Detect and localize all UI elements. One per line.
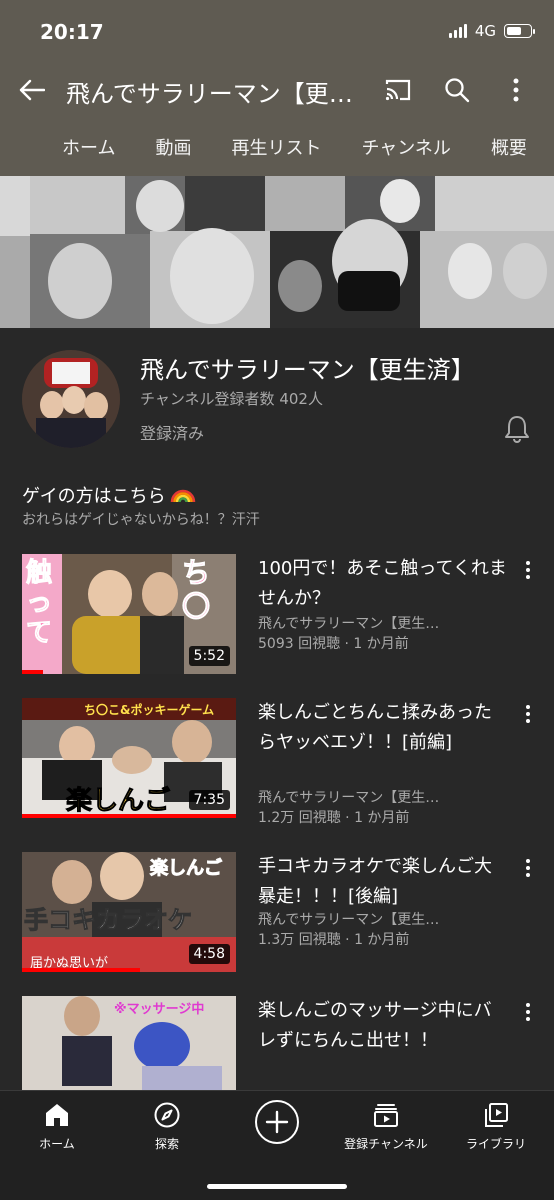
compass-icon (154, 1102, 180, 1128)
thumbnail-text: ち〇こ&ポッキーゲーム (84, 703, 215, 717)
video-item[interactable]: ち〇こ&ポッキーゲーム 楽しんご 7:35 楽しんごとちんこ揉みあったらヤッベエ… (0, 698, 554, 828)
app-bar: 飛んでサラリーマン【更生済】 (0, 62, 554, 118)
avatar-image (22, 350, 120, 448)
subscriptions-icon (374, 1104, 398, 1127)
video-channel: 飛んでサラリーマン【更生… (258, 790, 440, 806)
video-menu-button[interactable] (518, 856, 538, 880)
video-thumbnail[interactable]: 触って ち〇 5:52 (22, 554, 236, 674)
app-bar-title: 飛んでサラリーマン【更生済】 (66, 80, 366, 108)
nav-create[interactable] (222, 1099, 332, 1145)
thumbnail-text: 触って (26, 558, 53, 649)
video-duration: 4:58 (188, 944, 230, 964)
cast-icon (385, 79, 411, 101)
home-icon (46, 1104, 68, 1126)
watch-progress-bar (22, 670, 44, 674)
tab-videos[interactable]: 動画 (155, 134, 191, 160)
video-title[interactable]: 楽しんごのマッサージ中にバレずにちんこ出せ！！ (258, 996, 508, 1056)
thumbnail-text: 楽しんご (150, 858, 223, 880)
nav-home[interactable]: ホーム (2, 1101, 112, 1152)
subscribed-button[interactable]: 登録済み (140, 420, 204, 444)
tab-channels[interactable]: チャンネル (361, 134, 450, 160)
status-bar: 20:17 4G (0, 0, 554, 62)
more-vert-icon (513, 78, 519, 102)
search-button[interactable] (439, 72, 475, 108)
notification-bell-button[interactable] (502, 414, 532, 444)
video-stats: 1.3万 回視聴 · 1 か月前 (258, 932, 410, 948)
more-options-button[interactable] (498, 72, 534, 108)
home-indicator (207, 1184, 347, 1189)
video-duration: 5:52 (188, 646, 230, 666)
video-menu-button[interactable] (518, 558, 538, 582)
watch-progress-bar (22, 968, 140, 972)
video-duration: 7:35 (188, 790, 230, 810)
rainbow-icon (170, 489, 195, 503)
video-title[interactable]: 手コキカラオケで楽しんご大暴走！！！[後編] (258, 852, 508, 912)
tab-about[interactable]: 概要 (491, 134, 527, 160)
video-stats: 1.2万 回視聴 · 1 か月前 (258, 810, 410, 826)
banner-image (0, 176, 554, 328)
status-indicators: 4G (448, 22, 535, 40)
video-menu-button[interactable] (518, 1000, 538, 1024)
section-title-text: ゲイの方はこちら (22, 486, 166, 507)
video-item[interactable]: 楽しんご 手コキカラオケ 届かぬ思いが 4:58 手コキカラオケで楽しんご大暴走… (0, 852, 554, 982)
thumbnail-text-secondary: 楽しんご (65, 786, 171, 817)
watch-progress-bar (22, 814, 236, 818)
subscriber-count: チャンネル登録者数 402人 (140, 390, 323, 408)
signal-icon (448, 24, 467, 38)
video-channel: 飛んでサラリーマン【更生… (258, 616, 440, 632)
channel-avatar[interactable] (22, 350, 120, 448)
section-subtitle: おれらはゲイじゃないからね！？汗汗 (22, 512, 260, 528)
search-icon (445, 78, 470, 103)
video-item[interactable]: 触って ち〇 5:52 100円で！あそこ触ってくれませんか？ 飛んでサラリーマ… (0, 554, 554, 684)
channel-name: 飛んでサラリーマン【更生済】 (140, 356, 475, 384)
nav-subscriptions[interactable]: 登録チャンネル (331, 1101, 441, 1152)
nav-library[interactable]: ライブラリ (441, 1101, 551, 1152)
battery-icon (504, 24, 535, 38)
thumbnail-text: ※マッサージ中 (114, 1002, 205, 1017)
thumbnail-text-secondary: 手コキカラオケ (24, 906, 193, 935)
nav-explore[interactable]: 探索 (112, 1101, 222, 1152)
library-icon (485, 1103, 508, 1127)
tab-home[interactable]: ホーム (62, 134, 115, 160)
tab-playlists[interactable]: 再生リスト (231, 134, 321, 160)
nav-library-label: ライブラリ (465, 1137, 526, 1151)
back-arrow-icon (19, 79, 45, 101)
channel-header: 飛んでサラリーマン【更生済】 チャンネル登録者数 402人 登録済み (0, 328, 554, 473)
nav-subscriptions-label: 登録チャンネル (344, 1137, 428, 1151)
video-item[interactable]: ※マッサージ中 楽しんごのマッサージ中にバレずにちんこ出せ！！ (0, 996, 554, 1090)
back-button[interactable] (14, 72, 50, 108)
video-thumbnail[interactable]: ち〇こ&ポッキーゲーム 楽しんご 7:35 (22, 698, 236, 818)
bell-icon (505, 416, 529, 443)
video-title[interactable]: 楽しんごとちんこ揉みあったらヤッベエゾ！！[前編] (258, 698, 508, 758)
video-thumbnail[interactable]: 楽しんご 手コキカラオケ 届かぬ思いが 4:58 (22, 852, 236, 972)
video-title[interactable]: 100円で！あそこ触ってくれませんか？ (258, 554, 508, 614)
channel-tabs: ホーム 動画 再生リスト チャンネル 概要 (0, 118, 554, 176)
cast-button[interactable] (380, 72, 416, 108)
section-title[interactable]: ゲイの方はこちら (22, 482, 196, 508)
video-thumbnail[interactable]: ※マッサージ中 (22, 996, 236, 1090)
network-label: 4G (474, 22, 496, 40)
video-stats: 5093 回視聴 · 1 か月前 (258, 636, 409, 652)
video-channel: 飛んでサラリーマン【更生… (258, 912, 440, 928)
status-time: 20:17 (40, 20, 104, 44)
nav-home-label: ホーム (39, 1137, 75, 1151)
thumbnail-text-secondary: ち〇 (182, 556, 211, 624)
nav-explore-label: 探索 (154, 1137, 179, 1151)
add-circle-icon (255, 1100, 299, 1144)
channel-banner (0, 176, 554, 328)
video-menu-button[interactable] (518, 702, 538, 726)
